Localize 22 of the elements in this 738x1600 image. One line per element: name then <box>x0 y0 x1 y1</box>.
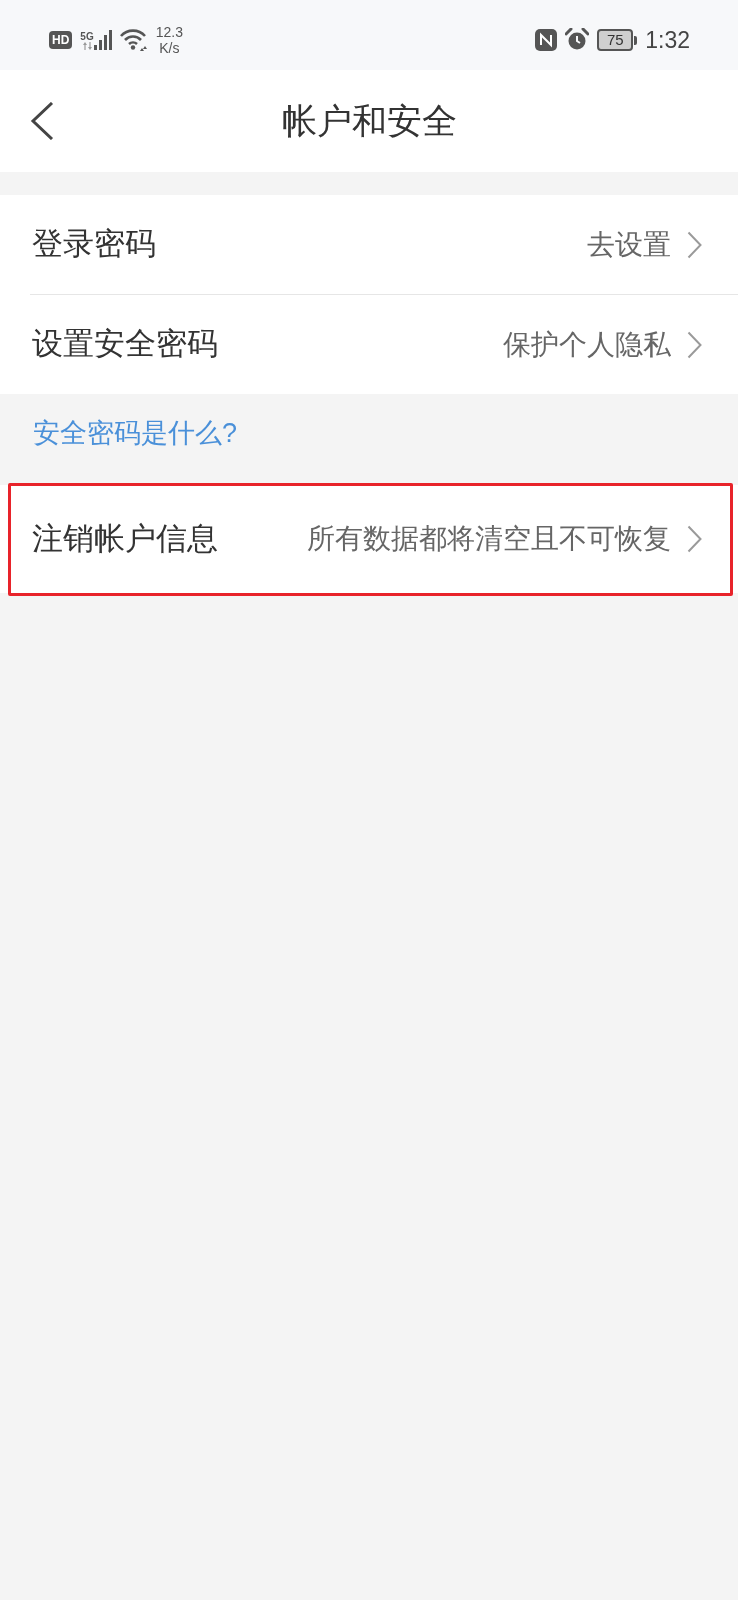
row-value: 去设置 <box>587 227 671 262</box>
chevron-right-icon <box>687 330 702 359</box>
data-arrows-icon <box>82 42 92 50</box>
signal-icon <box>93 30 112 50</box>
battery-percent: 75 <box>606 31 624 49</box>
row-value: 所有数据都将清空且不可恢复 <box>307 522 671 556</box>
page-title: 帐户和安全 <box>280 99 458 142</box>
chevron-right-icon <box>687 230 702 259</box>
row-label: 设置安全密码 <box>32 325 218 364</box>
alarm-clock-icon <box>565 28 590 52</box>
clock-time: 1:32 <box>645 25 690 55</box>
wifi-icon <box>119 29 148 51</box>
row-label: 注销帐户信息 <box>32 519 218 558</box>
network-type: 5G <box>80 31 94 42</box>
row-value: 保护个人隐私 <box>503 327 671 362</box>
nfc-icon <box>535 29 558 51</box>
network-speed: 12.3 <box>155 24 183 40</box>
hd-indicator: HD <box>49 31 73 49</box>
chevron-left-icon <box>30 102 54 140</box>
chevron-right-icon <box>687 525 702 553</box>
speed-unit: K/s <box>159 40 180 56</box>
row-label: 登录密码 <box>32 225 156 264</box>
